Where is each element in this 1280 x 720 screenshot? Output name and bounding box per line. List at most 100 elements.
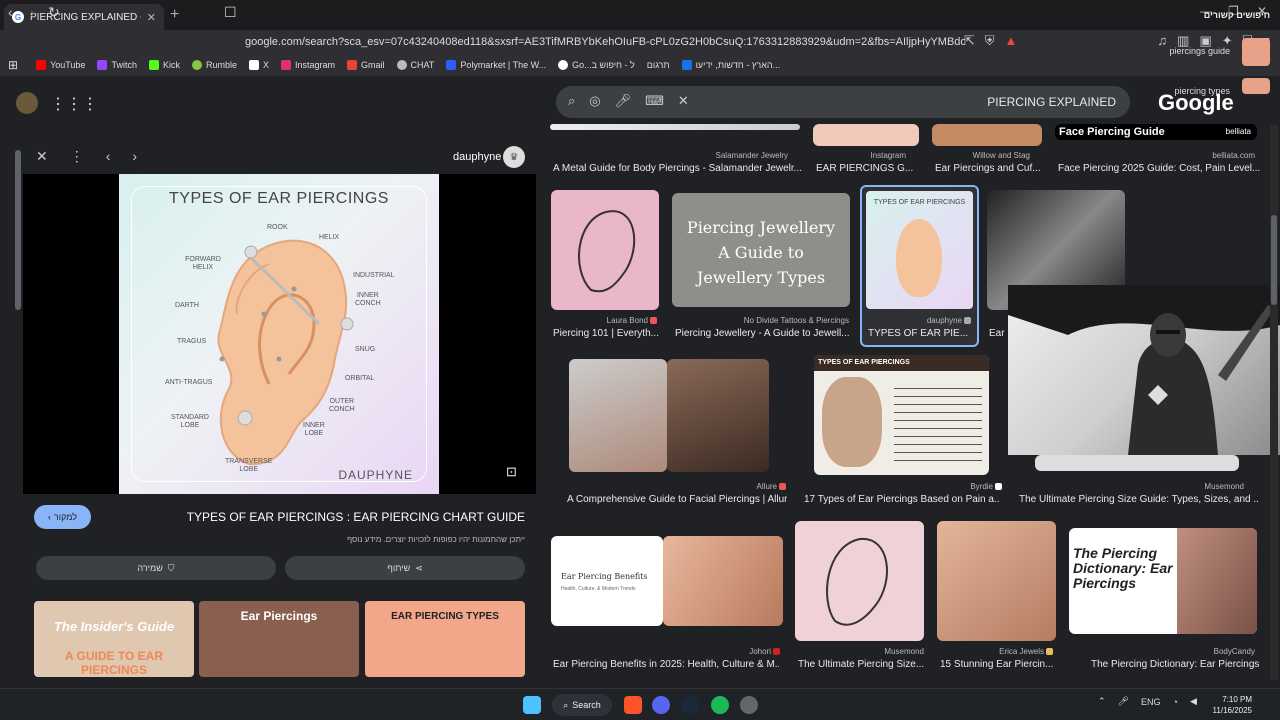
- source-name[interactable]: dauphyne: [453, 151, 501, 163]
- source-avatar[interactable]: ♛: [503, 146, 525, 168]
- result-caption[interactable]: A Metal Guide for Body Piercings - Salam…: [553, 163, 803, 174]
- new-tab-icon[interactable]: +: [170, 6, 179, 24]
- close-preview-icon[interactable]: ✕: [36, 148, 48, 165]
- related-item[interactable]: piercings guide: [1169, 46, 1230, 56]
- result-source[interactable]: belliata.com: [1212, 151, 1255, 160]
- mic-icon[interactable]: 🎤︎: [1118, 696, 1129, 707]
- preview-scroll-thumb[interactable]: [15, 150, 21, 310]
- bookmark-icon[interactable]: ☐: [224, 0, 237, 24]
- result-image[interactable]: Piercing Jewellery A Guide to Jewellery …: [672, 193, 850, 307]
- windows-start-icon[interactable]: [523, 696, 541, 714]
- result-image[interactable]: [569, 359, 667, 472]
- result-image[interactable]: [813, 124, 919, 146]
- result-caption[interactable]: 15 Stunning Ear Piercin...: [940, 659, 1056, 670]
- lens-icon[interactable]: ◎: [589, 93, 600, 109]
- bookmark-gmail[interactable]: Gmail: [347, 60, 385, 70]
- result-image[interactable]: [551, 190, 659, 310]
- steam-icon[interactable]: [681, 696, 699, 714]
- search-input[interactable]: PIERCING EXPLAINED: [987, 95, 1116, 109]
- result-source[interactable]: Erica Jewels: [999, 647, 1053, 656]
- result-caption[interactable]: EAR PIERCINGS G...: [816, 163, 922, 174]
- next-icon[interactable]: ›: [132, 148, 137, 165]
- brave-shield-icon[interactable]: ⛨: [985, 33, 995, 49]
- browser-tab[interactable]: G PIERCING EXPLAINED - חיפוש ב ✕: [4, 4, 164, 30]
- search-icon[interactable]: ⌕: [568, 93, 575, 109]
- result-image[interactable]: Face Piercing Guide belliata: [1055, 124, 1257, 140]
- result-image[interactable]: [795, 521, 924, 641]
- result-caption[interactable]: TYPES OF EAR PIE...: [868, 328, 976, 339]
- share-button[interactable]: שיתוף ⋖: [285, 556, 525, 580]
- spotify-icon[interactable]: [711, 696, 729, 714]
- result-source[interactable]: Byrdie: [970, 482, 1002, 491]
- result-source[interactable]: dauphyne: [927, 316, 971, 325]
- related-thumb[interactable]: EAR PIERCING TYPES: [365, 601, 525, 677]
- bookmark-kick[interactable]: Kick: [148, 60, 180, 70]
- bookmark-google-search[interactable]: Go...ל - חיפוש ב: [558, 60, 635, 70]
- search-box[interactable]: ⌕ ◎ 🎤︎ ⌨ ✕ PIERCING EXPLAINED: [556, 86, 1130, 118]
- wifi-icon[interactable]: ◔: [1173, 697, 1178, 707]
- discord-icon[interactable]: [652, 696, 670, 714]
- result-caption[interactable]: The Piercing Dictionary: Ear Piercings: [1091, 659, 1261, 670]
- chevron-up-icon[interactable]: ⌃: [1098, 696, 1106, 707]
- brave-browser-icon[interactable]: [624, 696, 642, 714]
- result-source[interactable]: Laura Bond: [607, 316, 657, 325]
- related-thumb[interactable]: The Insider's Guide A GUIDE TO EAR PIERC…: [34, 601, 194, 677]
- lens-search-icon[interactable]: ⊡: [506, 464, 517, 480]
- results-scrollbar[interactable]: [1270, 125, 1278, 680]
- result-caption[interactable]: Ear Piercings and Cuf...: [935, 163, 1045, 174]
- apps-grid-icon[interactable]: ⊞: [8, 58, 18, 72]
- bookmark-rumble[interactable]: Rumble: [191, 60, 237, 70]
- bookmark-x[interactable]: X: [248, 60, 269, 70]
- results-scroll-thumb[interactable]: [1271, 215, 1277, 305]
- result-image[interactable]: [667, 359, 769, 472]
- bookmark-twitch[interactable]: Twitch: [97, 60, 137, 70]
- close-tab-icon[interactable]: ✕: [147, 11, 156, 24]
- result-source[interactable]: Willow and Stag: [973, 151, 1030, 160]
- result-image[interactable]: [663, 536, 783, 626]
- result-image[interactable]: Ear Piercing Benefits Health, Culture, &…: [551, 536, 663, 626]
- result-image[interactable]: [550, 124, 800, 130]
- bookmark-youtube[interactable]: YouTube: [36, 60, 85, 70]
- result-image[interactable]: [932, 124, 1042, 146]
- related-thumb[interactable]: [1242, 38, 1270, 66]
- result-source[interactable]: Johori: [749, 647, 780, 656]
- volume-icon[interactable]: ◀: [1190, 696, 1197, 707]
- result-caption[interactable]: A Comprehensive Guide to Facial Piercing…: [567, 494, 787, 505]
- overlay-image-knight[interactable]: [1008, 285, 1280, 455]
- share-icon[interactable]: ⇱: [964, 33, 975, 49]
- result-source[interactable]: Allure: [757, 482, 786, 491]
- keyboard-icon[interactable]: ⌨: [645, 93, 664, 109]
- result-image[interactable]: [1035, 455, 1239, 471]
- bookmark-translate[interactable]: תרגום: [647, 60, 670, 70]
- more-options-icon[interactable]: ⋮: [70, 148, 84, 165]
- result-image[interactable]: [937, 521, 1056, 641]
- visit-source-button[interactable]: ‹ למקור: [34, 505, 91, 529]
- mic-icon[interactable]: 🎤︎: [615, 93, 632, 109]
- back-icon[interactable]: ‹: [8, 0, 13, 24]
- bookmark-haaretz[interactable]: הארץ - חדשות, ידיעו...: [681, 60, 780, 70]
- result-caption[interactable]: The Ultimate Piercing Size...: [798, 659, 924, 670]
- bookmark-instagram[interactable]: Instagram: [281, 60, 335, 70]
- result-source[interactable]: Salamander Jewelry: [716, 151, 788, 160]
- bookmark-polymarket[interactable]: Polymarket | The W...: [446, 60, 546, 70]
- result-caption[interactable]: Face Piercing 2025 Guide: Cost, Pain Lev…: [1058, 163, 1262, 174]
- google-apps-icon[interactable]: ⋮⋮⋮: [50, 94, 98, 114]
- preview-title[interactable]: TYPES OF EAR PIERCINGS : EAR PIERCING CH…: [187, 510, 525, 524]
- doodle-icon[interactable]: [16, 92, 38, 114]
- reload-icon[interactable]: ↻: [48, 0, 60, 24]
- result-caption[interactable]: Piercing Jewellery - A Guide to Jewell..…: [675, 328, 853, 339]
- result-source[interactable]: BodyCandy: [1214, 647, 1255, 656]
- result-caption[interactable]: Piercing 101 | Everyth...: [553, 328, 661, 339]
- clock[interactable]: 7:10 PM 11/16/2025: [1206, 694, 1252, 716]
- result-caption[interactable]: 17 Types of Ear Piercings Based on Pain …: [804, 494, 1000, 505]
- bookmark-chat[interactable]: CHAT: [396, 60, 434, 70]
- clear-icon[interactable]: ✕: [678, 93, 689, 109]
- taskbar-search[interactable]: ⌕ Search: [552, 694, 612, 716]
- result-caption[interactable]: Ear: [989, 328, 1009, 339]
- result-caption[interactable]: The Ultimate Piercing Size Guide: Types,…: [1019, 494, 1259, 505]
- result-source[interactable]: Musemond: [1204, 482, 1244, 491]
- preview-image[interactable]: TYPES OF EAR PIERCINGS ROOK HELIX FORWAR…: [119, 174, 439, 494]
- result-source[interactable]: No Divide Tattoos & Piercings: [744, 316, 849, 325]
- result-image[interactable]: The Piercing Dictionary: Ear Piercings: [1069, 528, 1257, 634]
- result-caption[interactable]: Ear Piercing Benefits in 2025: Health, C…: [553, 659, 779, 670]
